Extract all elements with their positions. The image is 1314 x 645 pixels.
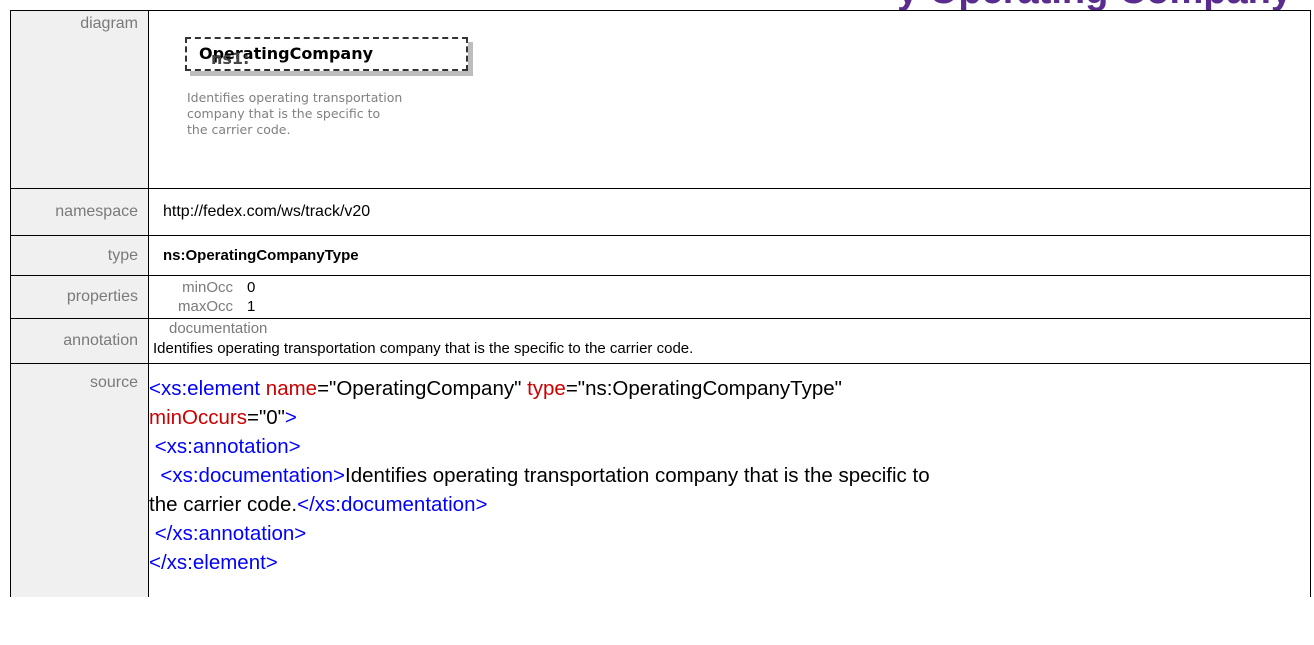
source-token: name bbox=[265, 377, 318, 400]
source-token: ="OperatingCompany" bbox=[317, 377, 522, 400]
property-value: 1 bbox=[247, 298, 256, 315]
namespace-row: namespace http://fedex.com/ws/track/v20 bbox=[10, 188, 1311, 236]
properties-row: properties minOcc 0 maxOcc 1 bbox=[10, 275, 1311, 319]
source-token: </xs:element> bbox=[149, 551, 278, 574]
source-line: <xs:element name="OperatingCompany" type… bbox=[149, 374, 1310, 403]
source-token: <xs:annotation> bbox=[149, 435, 301, 458]
type-row: type ns:OperatingCompanyType bbox=[10, 235, 1311, 276]
source-token: > bbox=[284, 406, 297, 429]
property-name: maxOcc bbox=[177, 298, 233, 315]
source-line: </xs:element> bbox=[149, 548, 1310, 577]
properties-label: properties bbox=[10, 275, 149, 319]
diagram-row: diagram ns1: OperatingCompany Identifies … bbox=[10, 10, 1311, 189]
source-token: ="ns:OperatingCompanyType" bbox=[565, 377, 842, 400]
namespace-label: namespace bbox=[10, 188, 149, 236]
annotation-label: annotation bbox=[10, 318, 149, 364]
element-prefix: ns1: bbox=[211, 49, 250, 68]
property-item: minOcc 0 bbox=[149, 278, 1310, 297]
property-item: maxOcc 1 bbox=[149, 297, 1310, 316]
schema-element-table: diagram ns1: OperatingCompany Identifies … bbox=[10, 10, 1311, 597]
diagram-cell: ns1: OperatingCompany Identifies operatin… bbox=[148, 10, 1311, 189]
source-line: <xs:documentation>Identifies operating t… bbox=[149, 461, 1310, 490]
source-token: </xs:documentation> bbox=[297, 493, 488, 516]
annotation-text: Identifies operating transportation comp… bbox=[153, 340, 694, 357]
source-token: Identifies operating transportation comp… bbox=[345, 464, 930, 487]
source-token: <xs:element bbox=[149, 377, 266, 400]
source-token: minOccurs bbox=[149, 406, 247, 429]
source-line: <xs:annotation> bbox=[149, 432, 1310, 461]
diagram-doc-line: Identifies operating transportation bbox=[187, 90, 403, 105]
source-cell: <xs:element name="OperatingCompany" type… bbox=[148, 363, 1311, 597]
source-token: type bbox=[521, 377, 566, 400]
source-line: minOccurs="0"> bbox=[149, 403, 1310, 432]
diagram-label: diagram bbox=[10, 10, 149, 189]
source-token: <xs:documentation> bbox=[149, 464, 346, 487]
properties-list: minOcc 0 maxOcc 1 bbox=[149, 276, 1310, 316]
source-code: <xs:element name="OperatingCompany" type… bbox=[149, 364, 1310, 577]
diagram-doc-line: the carrier code. bbox=[187, 122, 291, 137]
source-token: ="0" bbox=[246, 406, 285, 429]
diagram-documentation: Identifies operating transportation comp… bbox=[187, 90, 487, 138]
source-label: source bbox=[10, 363, 149, 597]
type-label: type bbox=[10, 235, 149, 276]
type-value[interactable]: ns:OperatingCompanyType bbox=[148, 235, 1311, 276]
source-line: </xs:annotation> bbox=[149, 519, 1310, 548]
element-diagram: ns1: OperatingCompany Identifies operatin… bbox=[149, 11, 1310, 188]
source-token: the carrier code. bbox=[149, 493, 298, 516]
property-value: 0 bbox=[247, 279, 256, 296]
annotation-row: annotation documentation Identifies oper… bbox=[10, 318, 1311, 364]
namespace-value: http://fedex.com/ws/track/v20 bbox=[148, 188, 1311, 236]
annotation-cell: documentation Identifies operating trans… bbox=[148, 318, 1311, 364]
element-node[interactable]: ns1: OperatingCompany bbox=[185, 37, 468, 71]
annotation-heading: documentation bbox=[169, 320, 268, 337]
source-token: </xs:annotation> bbox=[149, 522, 307, 545]
property-name: minOcc bbox=[182, 279, 233, 296]
source-row: source <xs:element name="OperatingCompan… bbox=[10, 363, 1311, 597]
source-line: the carrier code.</xs:documentation> bbox=[149, 490, 1310, 519]
diagram-doc-line: company that is the specific to bbox=[187, 106, 381, 121]
properties-cell: minOcc 0 maxOcc 1 bbox=[148, 275, 1311, 319]
element-node-label: ns1: OperatingCompany bbox=[199, 44, 373, 68]
